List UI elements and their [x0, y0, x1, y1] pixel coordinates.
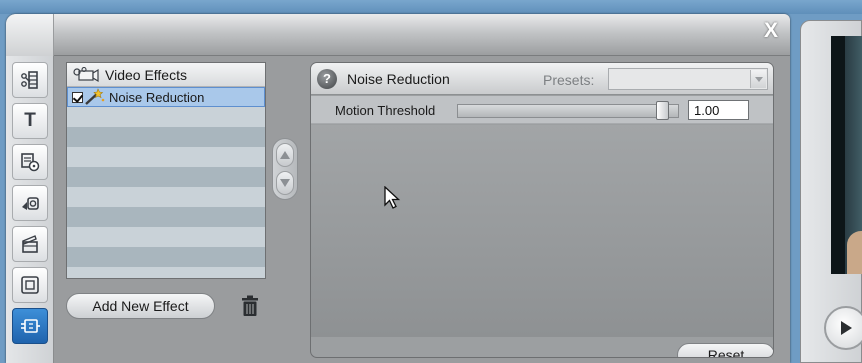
empty-row: [67, 167, 265, 187]
tool-edit-button[interactable]: [12, 62, 48, 98]
desktop-background: [0, 0, 862, 14]
effects-list-header: Video Effects: [67, 63, 265, 87]
tool-clapper-button[interactable]: [12, 226, 48, 262]
add-new-effect-button[interactable]: Add New Effect: [66, 293, 215, 319]
preview-screen: [831, 36, 862, 274]
preview-frame-image: [845, 36, 862, 274]
delete-effect-button[interactable]: [238, 294, 262, 318]
empty-row: [67, 127, 265, 147]
trash-icon: [242, 295, 258, 316]
presets-dropdown[interactable]: [608, 68, 768, 90]
empty-row: [67, 107, 265, 127]
effect-settings-header: ? Noise Reduction Presets:: [311, 63, 773, 95]
reset-button[interactable]: Reset: [677, 343, 773, 357]
effect-settings-panel: ? Noise Reduction Presets: Motion Thresh…: [310, 62, 774, 358]
tool-sidebar: T: [6, 56, 54, 363]
video-camera-icon: [73, 66, 99, 82]
play-button[interactable]: [824, 306, 862, 350]
effect-settings-body: [311, 125, 773, 337]
motion-threshold-slider[interactable]: [457, 104, 679, 118]
audio-icon: [22, 197, 39, 210]
frame-icon: [21, 276, 39, 294]
effects-list-title: Video Effects: [105, 66, 187, 83]
title-icon: T: [24, 110, 36, 131]
reorder-buttons: [272, 138, 298, 200]
tool-audio-button[interactable]: [12, 185, 48, 221]
effect-item-noise-reduction[interactable]: Noise Reduction: [67, 87, 265, 107]
mouse-pointer-icon: [384, 186, 401, 209]
disc-menu-icon: [21, 153, 40, 172]
close-button[interactable]: X: [760, 20, 782, 42]
param-label: Motion Threshold: [335, 103, 436, 118]
effect-enabled-checkbox[interactable]: [72, 91, 83, 103]
empty-row: [67, 207, 265, 227]
presets-label: Presets:: [543, 72, 595, 88]
tool-title-button[interactable]: T: [12, 103, 48, 139]
tool-effects-button[interactable]: [12, 308, 48, 344]
empty-row: [67, 147, 265, 167]
title-bar: X: [6, 14, 790, 56]
empty-row: [67, 227, 265, 247]
preview-window: [800, 20, 862, 363]
effects-editor-window: X T Video Effects Noise Reduction Add Ne…: [6, 14, 790, 363]
empty-row: [67, 247, 265, 267]
empty-row: [67, 187, 265, 207]
slider-thumb[interactable]: [655, 101, 669, 120]
clapper-icon: [22, 235, 38, 253]
edit-icon: [21, 71, 38, 89]
motion-threshold-value[interactable]: [688, 100, 749, 120]
arrow-up-icon: [280, 151, 290, 159]
chevron-down-icon: [750, 70, 766, 88]
help-icon[interactable]: ?: [317, 68, 337, 89]
effect-settings-title: Noise Reduction: [347, 70, 450, 87]
move-up-button[interactable]: [276, 143, 294, 167]
magic-wand-icon: [85, 88, 105, 105]
effect-item-label: Noise Reduction: [109, 89, 205, 105]
play-icon: [841, 321, 852, 335]
arrow-down-icon: [280, 179, 290, 187]
title-notch: [6, 14, 54, 56]
effects-list: Video Effects Noise Reduction: [66, 62, 266, 279]
effects-icon: [21, 319, 40, 333]
tool-frame-button[interactable]: [12, 267, 48, 303]
param-row-motion-threshold: Motion Threshold: [311, 96, 773, 124]
empty-row: [67, 267, 265, 278]
tool-disc-menu-button[interactable]: [12, 144, 48, 180]
move-down-button[interactable]: [276, 171, 294, 195]
